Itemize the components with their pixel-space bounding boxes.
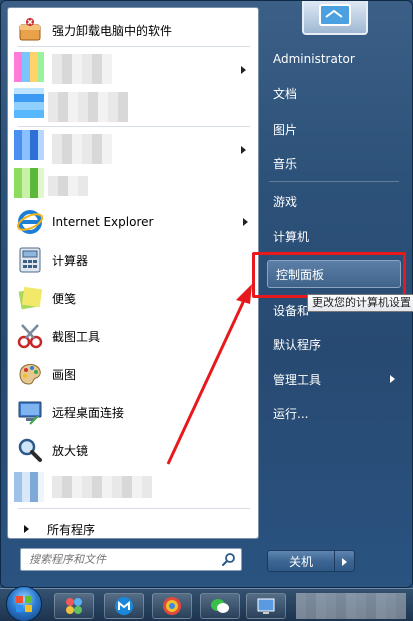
item-label: 文档: [273, 86, 298, 101]
admin-tools-link[interactable]: 管理工具: [265, 365, 403, 393]
item-label: 游戏: [273, 194, 298, 209]
uninstall-box-icon: [14, 14, 46, 46]
start-menu: 强力卸载电脑中的软件 Internet Explorer 计算器 便笺 截图工具…: [0, 0, 413, 588]
user-picture-icon: [319, 4, 351, 26]
programs-pane: 强力卸载电脑中的软件 Internet Explorer 计算器 便笺 截图工具…: [7, 7, 259, 539]
blurred-label: [48, 176, 88, 196]
blurred-label: [52, 134, 112, 164]
m-app-icon: [115, 597, 133, 615]
divider: [18, 508, 250, 509]
all-programs-button[interactable]: 所有程序: [14, 516, 254, 542]
program-uninstall[interactable]: 强力卸载电脑中的软件: [14, 12, 254, 48]
item-label: 计算机: [273, 229, 310, 244]
windows-logo-icon: [16, 596, 32, 612]
blurred-icon: [14, 472, 44, 502]
taskbar-app-button[interactable]: [104, 593, 144, 619]
item-label: 图片: [273, 122, 298, 137]
program-internet-explorer[interactable]: Internet Explorer: [14, 204, 254, 240]
all-programs-arrow-icon: [24, 525, 29, 533]
submenu-arrow-icon: [243, 218, 248, 226]
blurred-label: [52, 54, 112, 84]
item-label: 运行...: [273, 406, 309, 421]
documents-link[interactable]: 文档: [265, 79, 403, 107]
blurred-icon: [14, 88, 44, 118]
chevron-right-icon: [342, 558, 347, 566]
program-magnifier[interactable]: 放大镜: [14, 432, 254, 468]
sticky-notes-icon: [14, 282, 46, 314]
run-link[interactable]: 运行...: [265, 399, 403, 427]
taskbar-app-button[interactable]: [200, 593, 240, 619]
search-input[interactable]: [29, 553, 219, 566]
paint-icon: [14, 358, 46, 390]
blurred-icon: [14, 130, 44, 160]
program-sticky-notes[interactable]: 便笺: [14, 280, 254, 316]
program-remote-desktop[interactable]: 远程桌面连接: [14, 394, 254, 430]
remote-desktop-icon: [14, 396, 46, 428]
shutdown-button[interactable]: 关机: [267, 550, 335, 572]
pictures-link[interactable]: 图片: [265, 115, 403, 143]
start-button[interactable]: [6, 586, 42, 621]
magnifier-icon: [14, 434, 46, 466]
item-label: 设备和: [273, 303, 310, 318]
tooltip: 更改您的计算机设置: [307, 294, 413, 312]
highlight-annotation: [252, 252, 406, 298]
search-icon[interactable]: [221, 552, 237, 568]
program-label: 画图: [52, 367, 77, 382]
program-snipping-tool[interactable]: 截图工具: [14, 318, 254, 354]
program-label: 远程桌面连接: [52, 405, 125, 420]
snipping-tool-icon: [14, 320, 46, 352]
program-paint[interactable]: 画图: [14, 356, 254, 392]
program-label: 强力卸载电脑中的软件: [52, 23, 173, 38]
music-link[interactable]: 音乐: [265, 149, 403, 177]
shutdown-options-button[interactable]: [335, 550, 355, 572]
submenu-arrow-icon: [241, 66, 246, 74]
taskbar-app-button[interactable]: [246, 593, 286, 619]
divider: [18, 46, 250, 47]
divider: [269, 181, 399, 182]
search-box[interactable]: [20, 548, 242, 571]
program-label: 便笺: [52, 291, 77, 306]
program-label: 计算器: [52, 253, 89, 268]
blurred-icon: [14, 168, 44, 198]
divider: [18, 126, 250, 127]
blurred-icon: [14, 52, 44, 82]
wechat-icon: [211, 599, 229, 613]
taskbar-app-button[interactable]: [152, 593, 192, 619]
user-picture[interactable]: [302, 1, 368, 35]
all-programs-label: 所有程序: [47, 522, 96, 537]
blurred-tray: [296, 593, 406, 619]
control-panel-app-icon: [257, 598, 275, 614]
item-label: Administrator: [273, 52, 355, 66]
item-label: 管理工具: [273, 372, 322, 387]
user-name-link[interactable]: Administrator: [265, 45, 403, 73]
item-label: 音乐: [273, 156, 298, 171]
internet-explorer-icon: [14, 206, 46, 238]
pinwheel-app-icon: [66, 598, 82, 614]
taskbar-app-button[interactable]: [54, 593, 94, 619]
computer-link[interactable]: 计算机: [265, 222, 403, 250]
program-label: Internet Explorer: [52, 215, 154, 229]
submenu-arrow-icon: [241, 146, 246, 154]
blurred-label: [48, 92, 128, 122]
taskbar: [0, 588, 413, 621]
blurred-label: [52, 476, 152, 498]
default-programs-link[interactable]: 默认程序: [265, 330, 403, 358]
browser-app-icon: [163, 597, 181, 615]
games-link[interactable]: 游戏: [265, 187, 403, 215]
item-label: 默认程序: [273, 337, 322, 352]
program-label: 截图工具: [52, 329, 101, 344]
program-label: 放大镜: [52, 443, 89, 458]
program-calculator[interactable]: 计算器: [14, 242, 254, 278]
submenu-arrow-icon: [390, 375, 395, 383]
calculator-icon: [14, 244, 46, 276]
